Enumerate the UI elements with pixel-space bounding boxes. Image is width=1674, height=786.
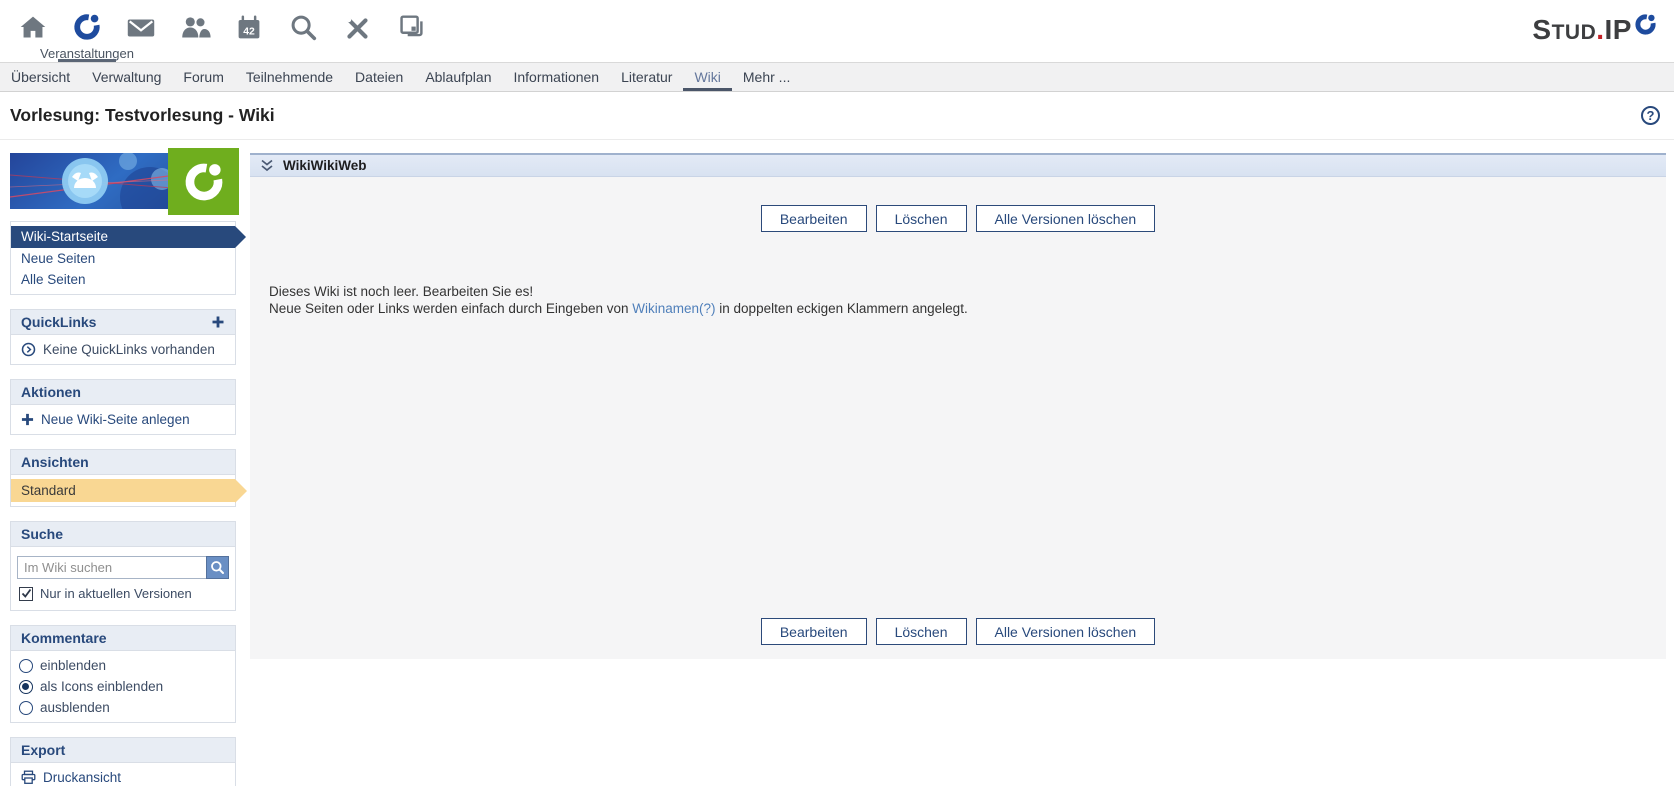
edit-button[interactable]: Bearbeiten xyxy=(761,205,867,232)
toolbar-rooms-button[interactable] xyxy=(384,0,438,62)
quicklinks-empty-text: Keine QuickLinks vorhanden xyxy=(43,342,215,357)
schedule-icon: 42 xyxy=(232,11,266,45)
circle-arrow-icon xyxy=(21,342,36,357)
plus-icon[interactable] xyxy=(211,315,225,329)
wiki-actions-bottom: Bearbeiten Löschen Alle Versionen lösche… xyxy=(250,618,1666,645)
radio-icon[interactable] xyxy=(19,659,33,673)
export-widget: Export Druckansicht PDF-Ausgabe xyxy=(10,737,236,786)
radio-icon[interactable] xyxy=(19,701,33,715)
quicklinks-widget: QuickLinks Keine QuickLinks vorhanden xyxy=(10,309,236,365)
course-banner-image xyxy=(10,153,236,209)
tools-icon xyxy=(340,11,374,45)
delete-all-versions-button[interactable]: Alle Versionen löschen xyxy=(976,205,1156,232)
logo-text: S xyxy=(1532,16,1551,44)
sidebar-item-neue-seiten[interactable]: Neue Seiten xyxy=(11,248,235,269)
studip-swirl-icon xyxy=(1632,16,1658,41)
tab-informationen[interactable]: Informationen xyxy=(502,63,610,91)
course-tab-bar: Übersicht Verwaltung Forum Teilnehmende … xyxy=(0,62,1674,92)
comments-option-als-icons[interactable]: als Icons einblenden xyxy=(11,676,235,697)
delete-button[interactable]: Löschen xyxy=(876,205,967,232)
home-icon xyxy=(16,11,50,45)
quicklinks-title: QuickLinks xyxy=(21,314,96,330)
course-logo-green-swirl xyxy=(168,148,239,215)
collapse-chevrons-icon[interactable] xyxy=(260,159,274,172)
delete-button[interactable]: Löschen xyxy=(876,618,967,645)
toolbar-courses-button[interactable]: Veranstaltungen xyxy=(60,0,114,62)
kommentare-title: Kommentare xyxy=(21,630,107,646)
radio-checked-icon[interactable] xyxy=(19,680,33,694)
ansichten-title: Ansichten xyxy=(21,454,89,470)
toolbar-community-button[interactable] xyxy=(168,0,222,62)
page-title: Vorlesung: Testvorlesung - Wiki xyxy=(10,105,275,126)
empty-message-line2: Neue Seiten oder Links werden einfach du… xyxy=(269,301,1666,318)
search-icon xyxy=(286,11,320,45)
aktionen-widget: Aktionen Neue Wiki-Seite anlegen xyxy=(10,379,236,435)
sidebar-item-alle-seiten[interactable]: Alle Seiten xyxy=(11,269,235,290)
toolbar-mail-button[interactable] xyxy=(114,0,168,62)
page-header: Vorlesung: Testvorlesung - Wiki ? xyxy=(0,92,1674,140)
export-title: Export xyxy=(21,742,65,758)
question-mark-icon: ? xyxy=(1647,108,1655,123)
wiki-empty-message: Dieses Wiki ist noch leer. Bearbeiten Si… xyxy=(269,284,1666,317)
view-standard[interactable]: Standard xyxy=(11,479,235,502)
studip-logo: STUD.IP xyxy=(1532,16,1658,44)
edit-button[interactable]: Bearbeiten xyxy=(761,618,867,645)
help-button[interactable]: ? xyxy=(1641,106,1660,125)
comments-option-ausblenden[interactable]: ausblenden xyxy=(11,697,235,718)
wikinamen-help-link[interactable]: Wikinamen(?) xyxy=(632,301,715,316)
sidebar: Wiki-Startseite Neue Seiten Alle Seiten … xyxy=(10,153,236,786)
main-content: WikiWikiWeb Bearbeiten Löschen Alle Vers… xyxy=(250,153,1666,786)
top-toolbar: Veranstaltungen 42 xyxy=(0,0,1674,62)
sidebar-item-wiki-startseite[interactable]: Wiki-Startseite xyxy=(11,226,235,248)
tab-verwaltung[interactable]: Verwaltung xyxy=(81,63,172,91)
comments-option-einblenden[interactable]: einblenden xyxy=(11,655,235,676)
printer-icon xyxy=(21,770,36,785)
current-versions-checkbox-row[interactable]: Nur in aktuellen Versionen xyxy=(11,583,235,606)
tab-uebersicht[interactable]: Übersicht xyxy=(0,63,81,91)
wiki-search-input[interactable] xyxy=(17,556,206,579)
toolbar-schedule-button[interactable]: 42 xyxy=(222,0,276,62)
checkbox-label: Nur in aktuellen Versionen xyxy=(40,586,192,601)
tab-ablaufplan[interactable]: Ablaufplan xyxy=(414,63,502,91)
ansichten-widget: Ansichten Standard xyxy=(10,449,236,507)
courses-swirl-icon xyxy=(71,11,103,43)
suche-title: Suche xyxy=(21,526,63,542)
wiki-nav-widget: Wiki-Startseite Neue Seiten Alle Seiten xyxy=(10,221,236,295)
tab-forum[interactable]: Forum xyxy=(172,63,234,91)
delete-all-versions-button[interactable]: Alle Versionen löschen xyxy=(976,618,1156,645)
checkbox-checked-icon[interactable] xyxy=(19,587,33,601)
community-icon xyxy=(178,11,212,45)
mail-icon xyxy=(124,11,158,45)
wiki-panel: WikiWikiWeb Bearbeiten Löschen Alle Vers… xyxy=(250,153,1666,659)
rooms-icon xyxy=(394,11,428,45)
wiki-panel-header[interactable]: WikiWikiWeb xyxy=(250,155,1666,177)
tab-dateien[interactable]: Dateien xyxy=(344,63,414,91)
tab-literatur[interactable]: Literatur xyxy=(610,63,683,91)
suche-widget: Suche Nur in aktuellen Versionen xyxy=(10,521,236,611)
kommentare-widget: Kommentare einblenden als Icons einblend… xyxy=(10,625,236,723)
toolbar-tools-button[interactable] xyxy=(330,0,384,62)
wiki-panel-body: Bearbeiten Löschen Alle Versionen lösche… xyxy=(250,177,1666,659)
empty-message-line1: Dieses Wiki ist noch leer. Bearbeiten Si… xyxy=(269,284,1666,301)
quicklinks-empty-row: Keine QuickLinks vorhanden xyxy=(11,339,235,360)
print-view-link[interactable]: Druckansicht xyxy=(11,767,235,786)
search-submit-button[interactable] xyxy=(206,556,229,579)
wiki-actions-top: Bearbeiten Löschen Alle Versionen lösche… xyxy=(250,205,1666,232)
tab-mehr[interactable]: Mehr ... xyxy=(732,63,801,91)
toolbar-search-button[interactable] xyxy=(276,0,330,62)
tab-teilnehmende[interactable]: Teilnehmende xyxy=(235,63,344,91)
svg-text:42: 42 xyxy=(243,27,255,38)
wiki-page-name: WikiWikiWeb xyxy=(283,158,367,173)
new-wiki-page-link[interactable]: Neue Wiki-Seite anlegen xyxy=(11,409,235,430)
aktionen-title: Aktionen xyxy=(21,384,81,400)
tab-wiki[interactable]: Wiki xyxy=(683,63,731,91)
plus-icon xyxy=(21,413,34,426)
search-icon xyxy=(210,560,225,575)
